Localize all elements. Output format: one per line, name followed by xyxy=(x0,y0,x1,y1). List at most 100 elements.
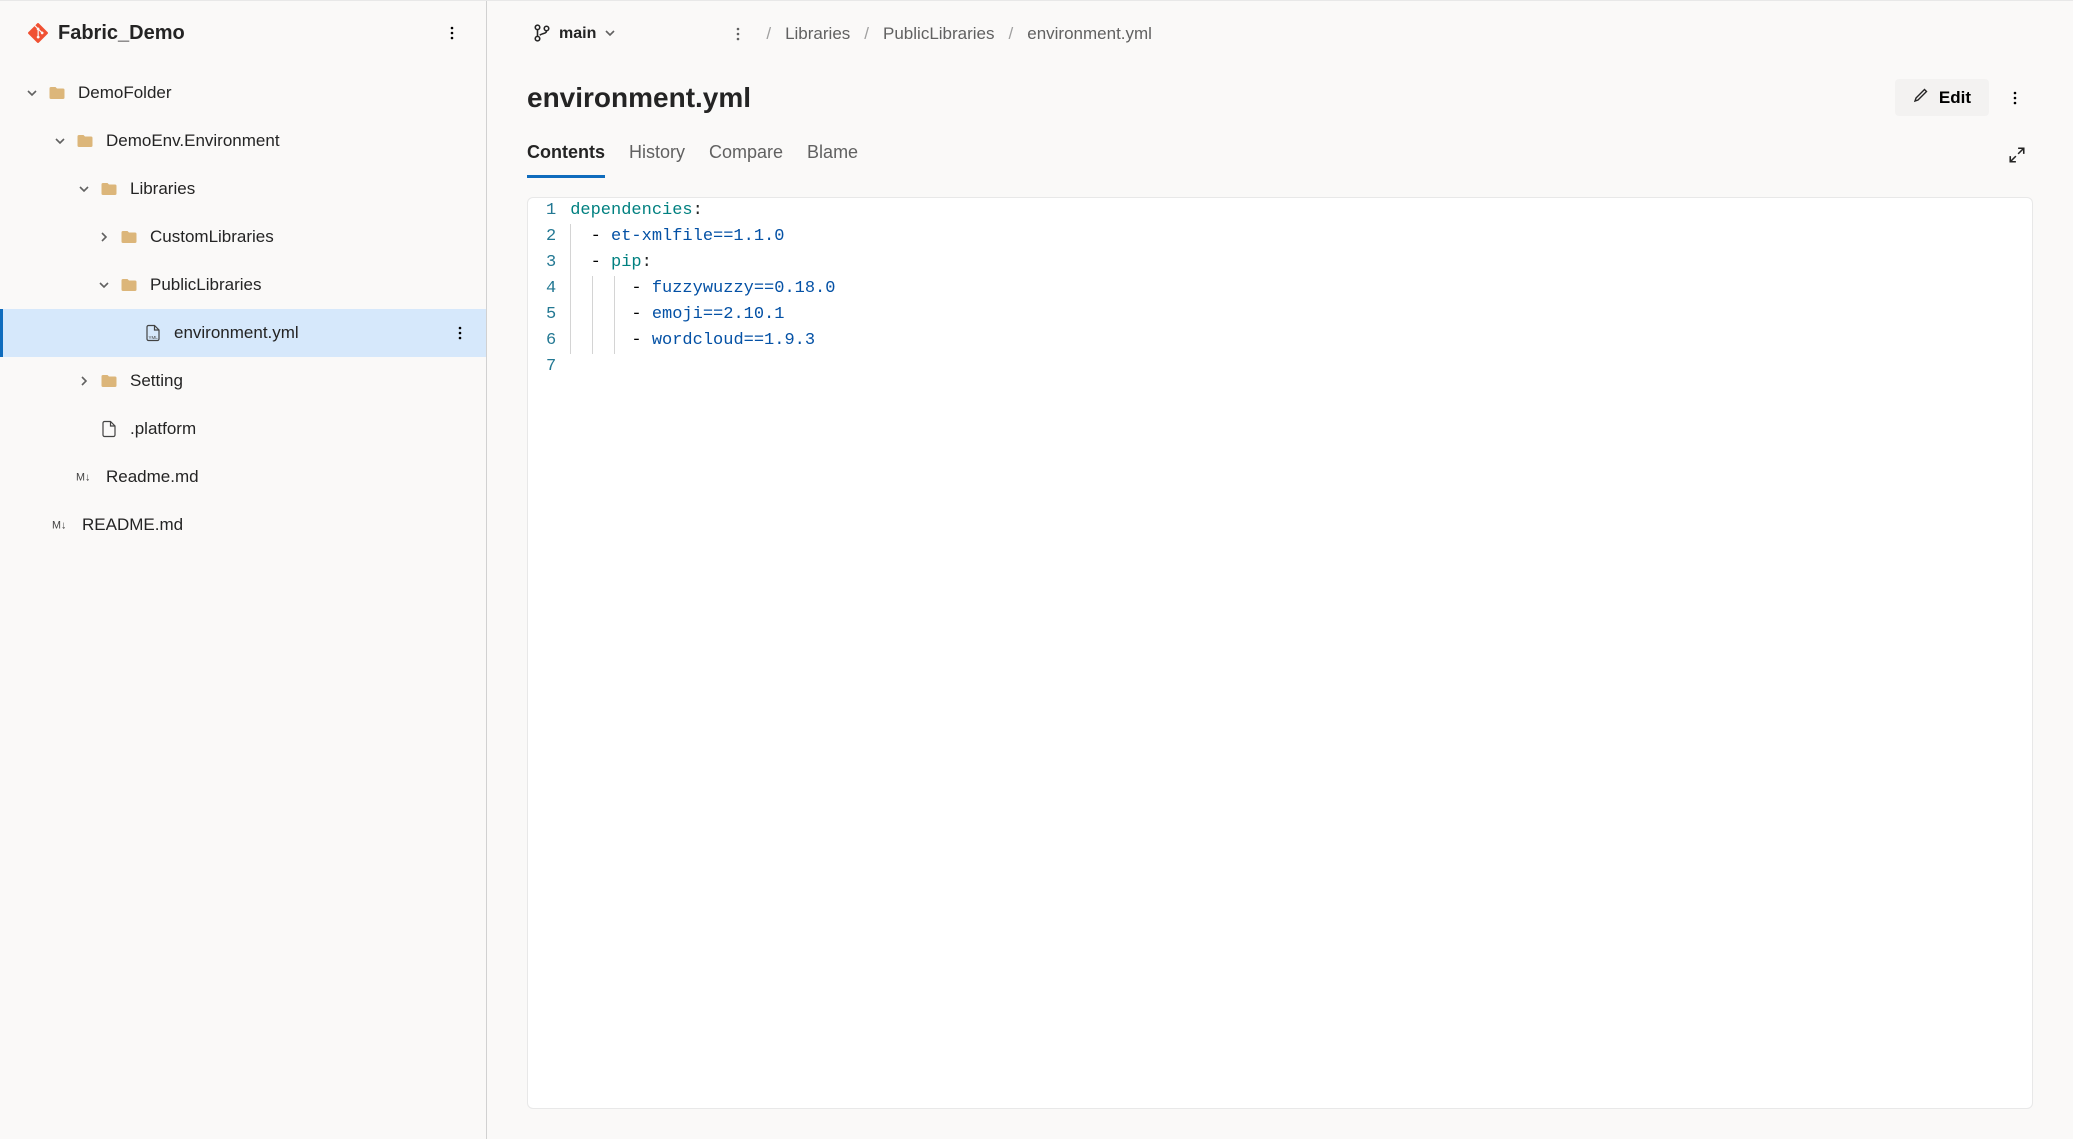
breadcrumb: / Libraries / PublicLibraries / environm… xyxy=(766,24,1152,44)
chevron-right-icon xyxy=(96,229,112,245)
chevron-down-icon xyxy=(24,85,40,101)
tree-label: Setting xyxy=(130,371,476,391)
file-tree: DemoFolder DemoEnv.Environment Libraries… xyxy=(0,63,486,555)
svg-text:YML: YML xyxy=(149,335,159,340)
code-line: 6 - wordcloud==1.9.3 xyxy=(528,328,2032,354)
app-root: Fabric_Demo DemoFolder DemoEnv.Environme… xyxy=(0,0,2073,1139)
more-vertical-icon xyxy=(452,325,468,341)
repo-more-button[interactable] xyxy=(436,17,468,49)
chevron-down-icon xyxy=(604,26,616,42)
tree-label: PublicLibraries xyxy=(150,275,476,295)
svg-text:M↓: M↓ xyxy=(76,472,90,484)
path-more-button[interactable] xyxy=(720,16,756,52)
code-line: 3 - pip: xyxy=(528,250,2032,276)
code-line: 7 xyxy=(528,354,2032,380)
file-tree-sidebar: Fabric_Demo DemoFolder DemoEnv.Environme… xyxy=(0,1,487,1139)
more-vertical-icon xyxy=(2007,90,2023,106)
file-header: environment.yml Edit xyxy=(527,53,2033,122)
branch-selector[interactable]: main xyxy=(527,20,622,49)
topbar: main / Libraries / PublicLibraries / env… xyxy=(527,1,2033,53)
tree-label: DemoEnv.Environment xyxy=(106,131,476,151)
svg-text:M↓: M↓ xyxy=(52,520,66,532)
breadcrumb-current: environment.yml xyxy=(1027,24,1152,44)
code-content: - et-xmlfile==1.1.0 xyxy=(570,224,2032,250)
breadcrumb-separator: / xyxy=(864,24,869,44)
tree-label: DemoFolder xyxy=(78,83,476,103)
line-number: 3 xyxy=(528,250,570,276)
line-number: 5 xyxy=(528,302,570,328)
edit-button[interactable]: Edit xyxy=(1895,79,1989,116)
code-content: - wordcloud==1.9.3 xyxy=(570,328,2032,354)
markdown-file-icon: M↓ xyxy=(76,468,94,486)
code-content xyxy=(570,354,2032,380)
folder-open-icon xyxy=(76,132,94,150)
tree-file-platform[interactable]: .platform xyxy=(0,405,486,453)
file-title: environment.yml xyxy=(527,82,1895,114)
tree-folder-customlibraries[interactable]: CustomLibraries xyxy=(0,213,486,261)
tabs: Contents History Compare Blame xyxy=(527,132,2001,178)
line-number: 4 xyxy=(528,276,570,302)
tabs-row: Contents History Compare Blame xyxy=(527,132,2033,179)
tab-history[interactable]: History xyxy=(629,132,685,178)
folder-open-icon xyxy=(120,276,138,294)
breadcrumb-libraries[interactable]: Libraries xyxy=(785,24,850,44)
main-content: main / Libraries / PublicLibraries / env… xyxy=(487,1,2073,1139)
folder-icon xyxy=(120,228,138,246)
code-line: 1 dependencies: xyxy=(528,198,2032,224)
tree-label: CustomLibraries xyxy=(150,227,476,247)
tab-blame[interactable]: Blame xyxy=(807,132,858,178)
code-content: - fuzzywuzzy==0.18.0 xyxy=(570,276,2032,302)
yml-file-icon: YML xyxy=(144,324,162,342)
code-editor[interactable]: 1 dependencies: 2 - et-xmlfile==1.1.0 3 … xyxy=(527,197,2033,1109)
chevron-right-icon xyxy=(76,373,92,389)
code-line: 5 - emoji==2.10.1 xyxy=(528,302,2032,328)
tree-folder-demoenv[interactable]: DemoEnv.Environment xyxy=(0,117,486,165)
tree-label: .platform xyxy=(130,419,476,439)
code-table: 1 dependencies: 2 - et-xmlfile==1.1.0 3 … xyxy=(528,198,2032,380)
edit-label: Edit xyxy=(1939,88,1971,108)
file-more-button[interactable] xyxy=(1997,80,2033,116)
markdown-file-icon: M↓ xyxy=(52,516,70,534)
tree-label: README.md xyxy=(82,515,476,535)
tab-contents[interactable]: Contents xyxy=(527,132,605,178)
repo-header: Fabric_Demo xyxy=(0,1,486,63)
folder-open-icon xyxy=(100,180,118,198)
code-content: - pip: xyxy=(570,250,2032,276)
tree-folder-setting[interactable]: Setting xyxy=(0,357,486,405)
tree-label: environment.yml xyxy=(174,323,444,343)
tree-folder-publiclibraries[interactable]: PublicLibraries xyxy=(0,261,486,309)
breadcrumb-separator: / xyxy=(1009,24,1014,44)
more-vertical-icon xyxy=(444,25,460,41)
tree-folder-libraries[interactable]: Libraries xyxy=(0,165,486,213)
folder-open-icon xyxy=(48,84,66,102)
breadcrumb-publiclibraries[interactable]: PublicLibraries xyxy=(883,24,995,44)
fullscreen-button[interactable] xyxy=(2001,139,2033,171)
pencil-icon xyxy=(1913,87,1929,108)
repo-title: Fabric_Demo xyxy=(58,22,436,45)
tree-file-readme1[interactable]: M↓ Readme.md xyxy=(0,453,486,501)
line-number: 2 xyxy=(528,224,570,250)
code-content: dependencies: xyxy=(570,198,2032,224)
tree-file-readme2[interactable]: M↓ README.md xyxy=(0,501,486,549)
more-vertical-icon xyxy=(730,26,746,42)
line-number: 1 xyxy=(528,198,570,224)
chevron-down-icon xyxy=(76,181,92,197)
branch-name: main xyxy=(559,25,596,43)
expand-icon xyxy=(2008,146,2026,164)
file-icon xyxy=(100,420,118,438)
line-number: 6 xyxy=(528,328,570,354)
folder-icon xyxy=(100,372,118,390)
chevron-down-icon xyxy=(52,133,68,149)
branch-icon xyxy=(533,24,551,45)
tree-label: Libraries xyxy=(130,179,476,199)
line-number: 7 xyxy=(528,354,570,380)
code-content: - emoji==2.10.1 xyxy=(570,302,2032,328)
tree-file-environment-yml[interactable]: YML environment.yml xyxy=(0,309,486,357)
tab-compare[interactable]: Compare xyxy=(709,132,783,178)
code-line: 4 - fuzzywuzzy==0.18.0 xyxy=(528,276,2032,302)
code-line: 2 - et-xmlfile==1.1.0 xyxy=(528,224,2032,250)
tree-folder-demofolder[interactable]: DemoFolder xyxy=(0,69,486,117)
tree-item-more-button[interactable] xyxy=(444,317,476,349)
git-repo-icon xyxy=(28,23,48,43)
breadcrumb-separator: / xyxy=(766,24,771,44)
